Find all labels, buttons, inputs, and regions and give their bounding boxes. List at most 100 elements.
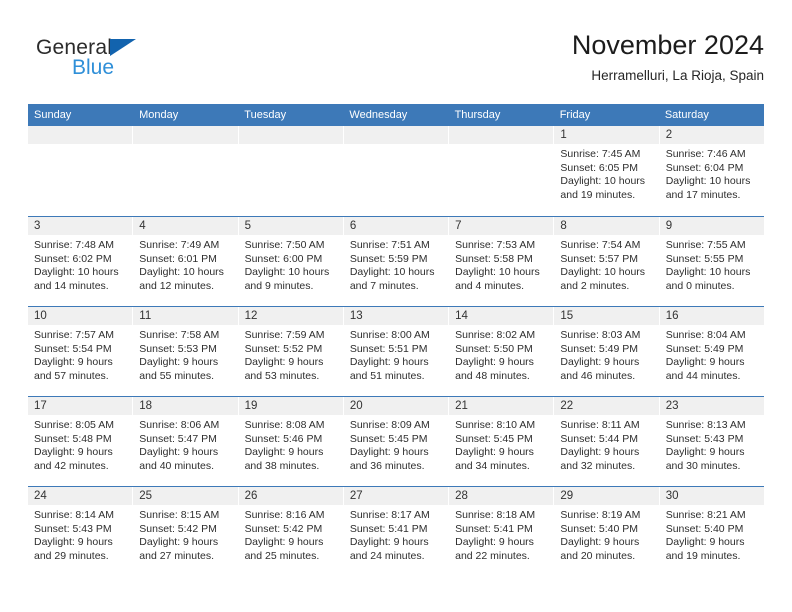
sunset-text: Sunset: 5:43 PM	[665, 432, 744, 445]
calendar-grid: Sunday Monday Tuesday Wednesday Thursday Frid…	[28, 104, 764, 576]
weekday-header-friday: Friday	[559, 109, 591, 121]
day-cell-11[interactable]: 11 Sunrise: 7:58 AM Sunset: 5:53 PM Dayligh…	[133, 307, 239, 396]
day-cell-10[interactable]: 10 Sunrise: 7:57 AM Sunset: 5:54 PM Dayligh…	[28, 307, 134, 396]
sunrise-text: Sunrise: 7:57 AM	[34, 329, 114, 341]
day-cell-22[interactable]: 22 Sunrise: 8:11 AM Sunset: 5:44 PM Dayligh…	[554, 397, 660, 486]
sunset-text: Sunset: 5:50 PM	[455, 342, 533, 355]
day-number: 16	[659, 307, 764, 325]
daylight-text: Daylight: 9 hours and 44 minutes.	[665, 356, 745, 382]
daylight-text: Daylight: 10 hours and 14 minutes.	[34, 266, 119, 292]
sunset-text: Sunset: 5:54 PM	[34, 342, 112, 355]
day-cell-20[interactable]: 20 Sunrise: 8:09 AM Sunset: 5:45 PM Dayligh…	[343, 397, 450, 486]
day-cell-4[interactable]: 4 Sunrise: 7:49 AM Sunset: 6:01 PM Daylight…	[133, 217, 239, 306]
day-sun-info: Sunrise: 8:05 AM Sunset: 5:48 PM Daylight:…	[28, 415, 132, 473]
day-cell-15[interactable]: 15 Sunrise: 8:03 AM Sunset: 5:49 PM Dayligh…	[554, 307, 660, 396]
daylight-text: Daylight: 9 hours and 57 minutes.	[34, 356, 113, 382]
day-cell-8[interactable]: 8 Sunrise: 7:54 AM Sunset: 5:57 PM Daylight…	[554, 217, 660, 306]
day-sun-info: Sunrise: 8:19 AM Sunset: 5:40 PM Daylight:…	[554, 505, 658, 563]
sunset-text: Sunset: 6:01 PM	[139, 252, 217, 265]
day-number: 15	[554, 307, 659, 325]
day-number: 28	[449, 487, 554, 505]
day-cell-17[interactable]: 17 Sunrise: 8:05 AM Sunset: 5:48 PM Dayligh…	[28, 397, 134, 486]
calendar-week-row: 3 Sunrise: 7:48 AM Sunset: 6:02 PM Daylight…	[28, 216, 764, 306]
day-sun-info: Sunrise: 7:50 AM Sunset: 6:00 PM Daylight:…	[239, 235, 343, 293]
day-sun-info: Sunrise: 8:00 AM Sunset: 5:51 PM Daylight:…	[344, 325, 448, 383]
day-cell-29[interactable]: 29 Sunrise: 8:19 AM Sunset: 5:40 PM Dayligh…	[554, 487, 660, 576]
calendar-weeks: 1 Sunrise: 7:45 AM Sunset: 6:05 PM Daylight…	[28, 126, 764, 576]
sunrise-text: Sunrise: 7:53 AM	[455, 239, 536, 251]
sunset-text: Sunset: 5:49 PM	[665, 342, 744, 355]
day-cell-empty	[343, 126, 450, 216]
title-block: November 2024 Herramelluri, La Rioja, Sp…	[572, 28, 764, 86]
day-number	[343, 126, 449, 144]
day-cell-6[interactable]: 6 Sunrise: 7:51 AM Sunset: 5:59 PM Daylight…	[343, 217, 450, 306]
brand-name-blue: Blue	[72, 56, 115, 79]
sunset-text: Sunset: 5:49 PM	[560, 342, 639, 355]
day-cell-16[interactable]: 16 Sunrise: 8:04 AM Sunset: 5:49 PM Dayligh…	[659, 307, 764, 396]
weekday-header-tuesday: Tuesday	[244, 109, 287, 121]
brand-logo[interactable]: General Blue	[36, 36, 216, 92]
day-cell-13[interactable]: 13 Sunrise: 8:00 AM Sunset: 5:51 PM Dayligh…	[343, 307, 450, 396]
day-sun-info: Sunrise: 7:59 AM Sunset: 5:52 PM Daylight:…	[239, 325, 343, 383]
day-number: 22	[554, 397, 659, 415]
day-number: 13	[343, 307, 449, 325]
day-cell-24[interactable]: 24 Sunrise: 8:14 AM Sunset: 5:43 PM Dayligh…	[28, 487, 134, 576]
day-number: 7	[449, 217, 554, 235]
day-sun-info: Sunrise: 8:21 AM Sunset: 5:40 PM Daylight:…	[660, 505, 764, 563]
daylight-text: Daylight: 9 hours and 30 minutes.	[665, 446, 745, 472]
sunset-text: Sunset: 5:58 PM	[455, 252, 533, 265]
day-cell-18[interactable]: 18 Sunrise: 8:06 AM Sunset: 5:47 PM Dayligh…	[133, 397, 239, 486]
day-cell-5[interactable]: 5 Sunrise: 7:50 AM Sunset: 6:00 PM Daylight…	[238, 217, 344, 306]
sunrise-text: Sunrise: 7:51 AM	[349, 239, 430, 251]
day-cell-25[interactable]: 25 Sunrise: 8:15 AM Sunset: 5:42 PM Dayligh…	[133, 487, 239, 576]
sunrise-text: Sunrise: 7:49 AM	[139, 239, 220, 251]
sunset-text: Sunset: 5:42 PM	[139, 522, 217, 535]
day-number: 11	[133, 307, 238, 325]
daylight-text: Daylight: 10 hours and 19 minutes.	[560, 175, 646, 201]
sunrise-text: Sunrise: 7:59 AM	[244, 329, 325, 341]
day-cell-27[interactable]: 27 Sunrise: 8:17 AM Sunset: 5:41 PM Dayligh…	[343, 487, 450, 576]
day-cell-1[interactable]: 1 Sunrise: 7:45 AM Sunset: 6:05 PM Daylight…	[554, 126, 660, 216]
sunset-text: Sunset: 5:46 PM	[244, 432, 323, 445]
weekday-header-thursday: Thursday	[454, 109, 501, 121]
sunset-text: Sunset: 6:02 PM	[34, 252, 112, 265]
day-cell-empty	[449, 126, 555, 216]
day-cell-empty	[28, 126, 134, 216]
day-cell-26[interactable]: 26 Sunrise: 8:16 AM Sunset: 5:42 PM Dayligh…	[238, 487, 344, 576]
calendar-week-row: 1 Sunrise: 7:45 AM Sunset: 6:05 PM Daylight…	[28, 126, 764, 216]
day-cell-28[interactable]: 28 Sunrise: 8:18 AM Sunset: 5:41 PM Dayligh…	[449, 487, 555, 576]
day-cell-30[interactable]: 30 Sunrise: 8:21 AM Sunset: 5:40 PM Dayligh…	[659, 487, 764, 576]
sunset-text: Sunset: 5:40 PM	[560, 522, 639, 535]
weekday-header-saturday: Saturday	[664, 109, 709, 121]
day-cell-19[interactable]: 19 Sunrise: 8:08 AM Sunset: 5:46 PM Dayligh…	[238, 397, 344, 486]
daylight-text: Daylight: 9 hours and 34 minutes.	[455, 446, 534, 472]
day-cell-23[interactable]: 23 Sunrise: 8:13 AM Sunset: 5:43 PM Dayligh…	[659, 397, 764, 486]
day-number: 17	[28, 397, 133, 415]
day-cell-7[interactable]: 7 Sunrise: 7:53 AM Sunset: 5:58 PM Daylight…	[449, 217, 555, 306]
sunset-text: Sunset: 5:51 PM	[349, 342, 428, 355]
day-number: 9	[659, 217, 764, 235]
daylight-text: Daylight: 9 hours and 22 minutes.	[455, 536, 534, 562]
day-sun-info: Sunrise: 7:49 AM Sunset: 6:01 PM Daylight:…	[133, 235, 237, 293]
day-sun-info: Sunrise: 8:10 AM Sunset: 5:45 PM Daylight:…	[449, 415, 553, 473]
day-cell-3[interactable]: 3 Sunrise: 7:48 AM Sunset: 6:02 PM Daylight…	[28, 217, 134, 306]
sunrise-text: Sunrise: 8:03 AM	[560, 329, 641, 341]
sunset-text: Sunset: 5:48 PM	[34, 432, 112, 445]
day-number: 30	[659, 487, 764, 505]
day-cell-2[interactable]: 2 Sunrise: 7:46 AM Sunset: 6:04 PM Daylight…	[659, 126, 764, 216]
sunset-text: Sunset: 5:43 PM	[34, 522, 112, 535]
day-cell-14[interactable]: 14 Sunrise: 8:02 AM Sunset: 5:50 PM Dayligh…	[449, 307, 555, 396]
day-sun-info: Sunrise: 8:04 AM Sunset: 5:49 PM Daylight:…	[660, 325, 764, 383]
sunrise-text: Sunrise: 8:05 AM	[34, 419, 114, 431]
day-cell-9[interactable]: 9 Sunrise: 7:55 AM Sunset: 5:55 PM Daylight…	[659, 217, 764, 306]
daylight-text: Daylight: 9 hours and 46 minutes.	[560, 356, 640, 382]
day-cell-21[interactable]: 21 Sunrise: 8:10 AM Sunset: 5:45 PM Dayligh…	[449, 397, 555, 486]
daylight-text: Daylight: 9 hours and 25 minutes.	[244, 536, 324, 562]
sunrise-text: Sunrise: 8:11 AM	[560, 419, 640, 431]
day-sun-info: Sunrise: 7:53 AM Sunset: 5:58 PM Daylight:…	[449, 235, 553, 293]
day-number: 27	[343, 487, 449, 505]
sunset-text: Sunset: 5:59 PM	[349, 252, 428, 265]
day-cell-12[interactable]: 12 Sunrise: 7:59 AM Sunset: 5:52 PM Dayligh…	[238, 307, 344, 396]
daylight-text: Daylight: 10 hours and 12 minutes.	[139, 266, 224, 292]
sunset-text: Sunset: 5:41 PM	[349, 522, 428, 535]
